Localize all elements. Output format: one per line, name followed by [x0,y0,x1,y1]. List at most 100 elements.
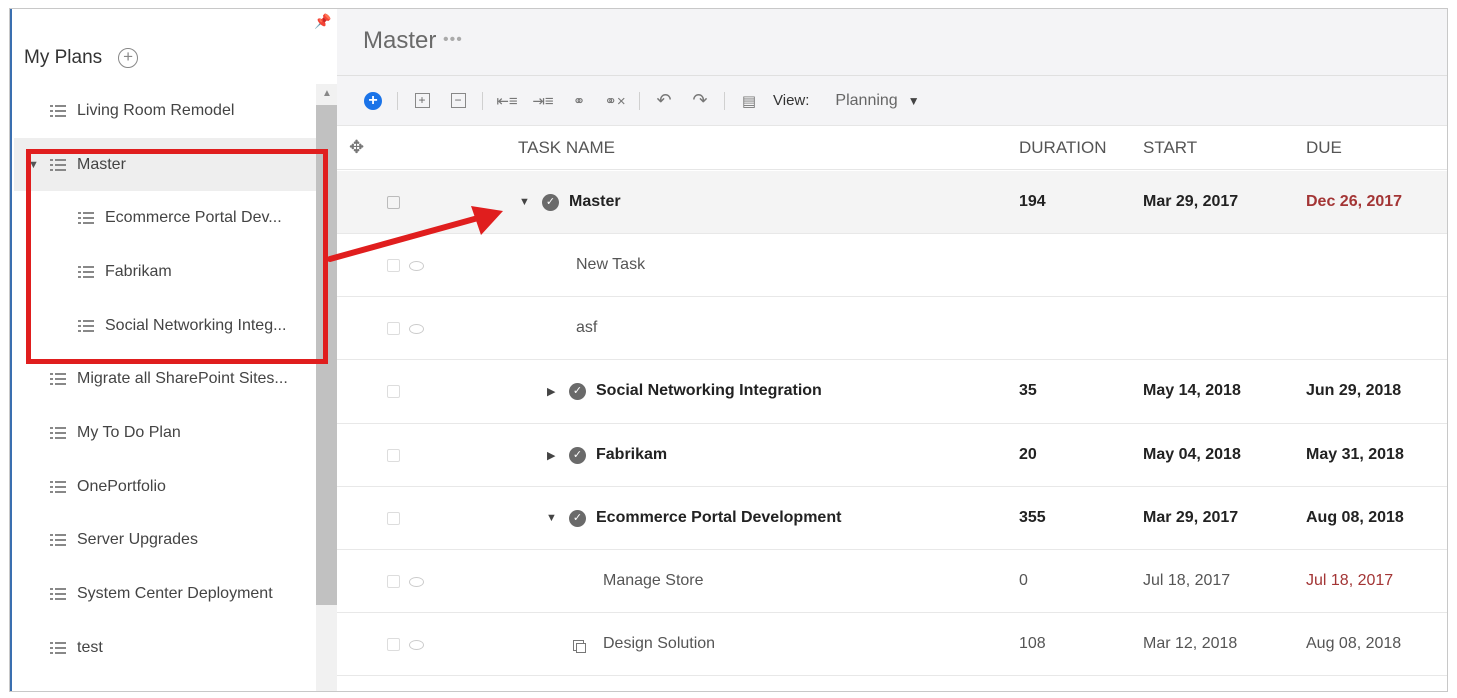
chevron-down-icon[interactable]: ▼ [908,94,920,108]
task-due[interactable]: Dec 26, 2017 [1306,193,1402,211]
task-duration[interactable]: 20 [1019,446,1037,464]
column-duration[interactable]: DURATION [1019,138,1107,158]
add-icon: + [364,91,382,110]
undo-button[interactable]: ↶ [646,86,682,116]
plan-item-server-upgrades[interactable]: Server Upgrades [14,514,316,568]
expand-caret-icon[interactable]: ▶ [547,449,555,462]
table-row[interactable]: ▶ ✓ Fabrikam 20 May 04, 2018 May 31, 201… [337,424,1447,487]
redo-button[interactable]: ↷ [682,86,718,116]
check-circle-icon[interactable]: ✓ [569,447,586,464]
my-plans-title: My Plans [24,47,103,68]
table-row[interactable]: ▼ ✓ Ecommerce Portal Development 355 Mar… [337,487,1447,550]
outdent-icon: ⇤≡ [496,92,518,110]
grid-header: ✥ TASK NAME DURATION START DUE [337,126,1447,170]
plan-main-area: Master ••• + + − ⇤≡ ⇥≡ ⚭ ⚭× ↶ ↷ ▤ View: … [337,9,1447,691]
add-plan-icon[interactable]: + [118,48,139,68]
plan-item-label: Migrate all SharePoint Sites... [77,370,288,388]
task-duration[interactable]: 0 [1019,572,1028,590]
task-due[interactable]: May 31, 2018 [1306,446,1404,464]
plan-item-test[interactable]: test [14,621,316,675]
column-due[interactable]: DUE [1306,138,1342,158]
task-name[interactable]: Social Networking Integration [596,382,822,400]
link-icon: ⚭ [572,92,586,110]
table-row[interactable]: Manage Store 0 Jul 18, 2017 Jul 18, 2017 [337,550,1447,613]
task-start[interactable]: Mar 29, 2017 [1143,193,1238,211]
details-button[interactable]: ▤ [731,86,767,116]
check-circle-icon[interactable]: ✓ [569,383,586,400]
task-duration[interactable]: 35 [1019,382,1037,400]
view-label: View: [773,92,810,109]
task-name[interactable]: Design Solution [603,635,715,653]
task-duration[interactable]: 355 [1019,509,1046,527]
task-start[interactable]: Mar 29, 2017 [1143,509,1238,527]
task-due[interactable]: Jul 18, 2017 [1306,572,1393,590]
expand-caret-icon[interactable]: ▶ [547,385,555,398]
list-icon [50,588,66,601]
task-duration[interactable]: 108 [1019,635,1046,653]
plan-header: Master ••• [337,9,1447,76]
task-start[interactable]: Mar 12, 2018 [1143,635,1237,653]
list-icon [50,104,66,117]
task-name[interactable]: asf [576,319,597,337]
plan-item-label: My To Do Plan [77,423,181,441]
column-start[interactable]: START [1143,138,1197,158]
collapse-caret-icon[interactable]: ▼ [546,512,557,524]
comment-icon[interactable] [409,640,424,650]
table-row[interactable]: asf [337,297,1447,360]
task-start[interactable]: Jul 18, 2017 [1143,572,1230,590]
table-row[interactable]: ▶ ✓ Social Networking Integration 35 May… [337,360,1447,424]
link-button[interactable]: ⚭ [561,86,597,116]
task-due[interactable]: Jun 29, 2018 [1306,382,1401,400]
task-name[interactable]: Fabrikam [596,446,667,464]
indent-button[interactable]: ⇥≡ [525,86,561,116]
plan-item-system-center[interactable]: System Center Deployment [14,567,316,621]
task-due[interactable]: Aug 08, 2018 [1306,509,1404,527]
outdent-button[interactable]: ⇤≡ [489,86,525,116]
check-circle-icon[interactable]: ✓ [542,194,559,211]
note-icon[interactable] [387,512,400,525]
task-due[interactable]: Aug 08, 2018 [1306,635,1401,653]
plan-item-oneportfolio[interactable]: OnePortfolio [14,460,316,514]
task-name[interactable]: Manage Store [603,572,704,590]
app-window: 📌 My Plans + Living Room Remodel ▼ Maste… [9,8,1448,692]
collapse-all-button[interactable]: − [440,86,476,116]
task-name[interactable]: New Task [576,256,645,274]
note-icon[interactable] [387,385,400,398]
toolbar-divider [397,91,398,110]
move-icon[interactable]: ✥ [349,137,364,158]
view-dropdown[interactable]: Planning [835,92,897,110]
plan-item-living-room-remodel[interactable]: Living Room Remodel [14,84,316,138]
expand-all-button[interactable]: + [404,86,440,116]
plan-item-my-to-do-plan[interactable]: My To Do Plan [14,406,316,460]
unlink-button[interactable]: ⚭× [597,86,633,116]
task-duration[interactable]: 194 [1019,193,1046,211]
my-plans-heading: My Plans + [24,47,139,69]
page-title: Master [363,27,437,54]
task-start[interactable]: May 14, 2018 [1143,382,1241,400]
collapse-caret-icon[interactable]: ▼ [519,196,530,208]
note-icon[interactable] [387,638,400,651]
pin-icon[interactable]: 📌 [314,13,331,30]
scroll-up-icon[interactable]: ▲ [316,84,338,104]
task-name[interactable]: Ecommerce Portal Development [596,509,841,527]
add-task-button[interactable]: + [355,86,391,116]
table-row[interactable]: Design Solution 108 Mar 12, 2018 Aug 08,… [337,613,1447,676]
check-circle-icon[interactable]: ✓ [569,510,586,527]
comment-icon[interactable] [409,324,424,334]
list-icon [50,480,66,493]
annotation-arrow [328,206,503,262]
more-options-icon[interactable]: ••• [443,31,463,49]
column-task-name[interactable]: TASK NAME [518,138,615,158]
note-icon[interactable] [387,449,400,462]
list-icon [50,373,66,386]
task-name[interactable]: Master [569,193,621,211]
note-icon[interactable] [387,575,400,588]
comment-icon[interactable] [409,577,424,587]
task-start[interactable]: May 04, 2018 [1143,446,1241,464]
plan-item-label: test [77,638,103,656]
plan-item-label: Living Room Remodel [77,101,235,119]
list-icon [50,641,66,654]
undo-icon: ↶ [656,90,672,110]
note-icon[interactable] [387,322,400,335]
details-icon: ▤ [741,92,757,110]
